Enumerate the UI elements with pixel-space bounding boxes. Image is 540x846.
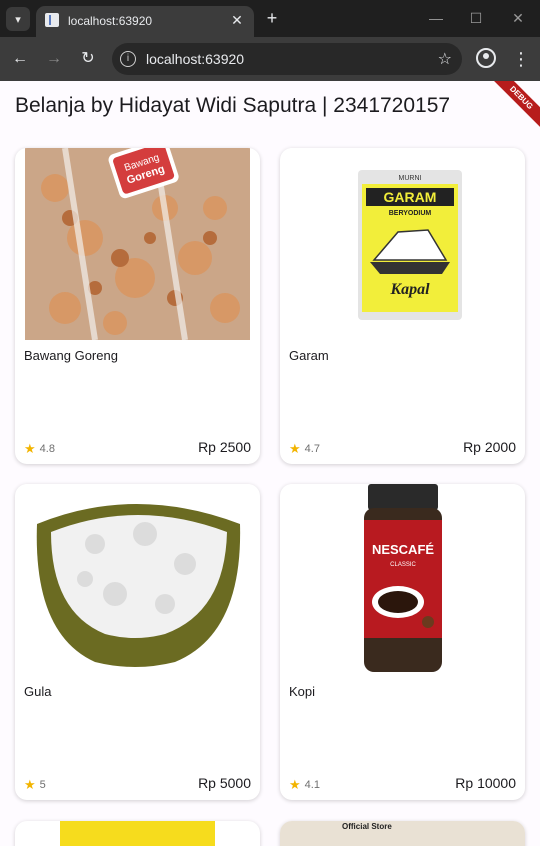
back-icon[interactable]: ← — [8, 47, 32, 71]
product-card[interactable]: Gula ★ 5 Rp 5000 — [15, 484, 260, 800]
salt-package-image: MURNI GARAM BERYODIUM Kapal — [290, 148, 515, 340]
minimize-icon[interactable]: — — [426, 8, 446, 28]
browser-toolbar: ← → ↻ i localhost:63920 ☆ ⋮ — [0, 37, 540, 81]
product-name: Gula — [24, 684, 52, 699]
product-card[interactable]: Bawang Goreng Bawang Goreng ★ 4.8 Rp 250… — [15, 148, 260, 464]
coffee-jar-image: NESCAFÉ CLASSIC — [290, 484, 515, 676]
package-subtitle: CLASSIC — [390, 562, 416, 568]
star-icon: ★ — [24, 777, 36, 792]
product-rating: ★ 4.7 — [289, 441, 320, 457]
package-logo: Kapal — [389, 281, 430, 298]
product-name: Bawang Goreng — [24, 348, 118, 363]
product-card[interactable] — [15, 821, 260, 846]
tab-title: localhost:63920 — [68, 14, 153, 28]
forward-icon[interactable]: → — [42, 47, 66, 71]
product-image: Official Store — [280, 821, 525, 846]
tab-search-button[interactable]: ▾ — [6, 7, 30, 31]
product-rating: ★ 5 — [24, 777, 46, 793]
profile-icon[interactable] — [476, 48, 496, 68]
browser-tab-strip: ▾ localhost:63920 ✕ + — ☐ ✕ — [0, 0, 540, 37]
rating-value: 4.7 — [304, 443, 320, 455]
product-card[interactable]: NESCAFÉ CLASSIC Kopi ★ 4.1 Rp 10000 — [280, 484, 525, 800]
maximize-icon[interactable]: ☐ — [466, 8, 486, 28]
product-price: Rp 5000 — [198, 775, 251, 791]
product-price: Rp 10000 — [455, 775, 516, 791]
reload-icon[interactable]: ↻ — [76, 47, 100, 71]
product-image — [60, 821, 215, 846]
site-info-icon[interactable]: i — [120, 51, 136, 67]
product-price: Rp 2000 — [463, 439, 516, 455]
product-card[interactable]: MURNI GARAM BERYODIUM Kapal Garam ★ 4.7 … — [280, 148, 525, 464]
bookmark-star-icon[interactable]: ☆ — [438, 49, 452, 69]
window-close-icon[interactable]: ✕ — [508, 8, 528, 28]
close-tab-icon[interactable]: ✕ — [228, 11, 246, 29]
store-label: Official Store — [342, 822, 392, 831]
product-name: Kopi — [289, 684, 316, 699]
package-title: GARAM — [384, 189, 437, 205]
package-brand: MURNI — [399, 175, 422, 182]
address-bar[interactable]: i localhost:63920 ☆ — [112, 43, 462, 75]
rating-value: 4.8 — [39, 443, 55, 455]
rating-value: 4.1 — [304, 779, 320, 791]
app-page: Belanja by Hidayat Widi Saputra | 234172… — [0, 81, 540, 846]
flutter-favicon-icon — [45, 13, 59, 27]
sugar-bowl-image — [25, 484, 250, 676]
rating-value: 5 — [39, 779, 46, 791]
package-brand: NESCAFÉ — [372, 542, 434, 557]
address-url: localhost:63920 — [146, 51, 245, 67]
new-tab-icon[interactable]: + — [262, 8, 282, 28]
product-name: Garam — [289, 348, 329, 363]
product-rating: ★ 4.8 — [24, 441, 55, 457]
star-icon: ★ — [289, 441, 301, 456]
browser-tab[interactable]: localhost:63920 ✕ — [36, 6, 254, 37]
star-icon: ★ — [289, 777, 301, 792]
product-price: Rp 2500 — [198, 439, 251, 455]
more-menu-icon[interactable]: ⋮ — [512, 47, 530, 71]
page-title: Belanja by Hidayat Widi Saputra | 234172… — [15, 94, 451, 117]
package-subtitle: BERYODIUM — [389, 210, 432, 217]
debug-banner: DEBUG — [484, 81, 540, 135]
product-card[interactable]: Official Store — [280, 821, 525, 846]
product-rating: ★ 4.1 — [289, 777, 320, 793]
star-icon: ★ — [24, 441, 36, 456]
fried-shallot-image: Bawang Goreng — [25, 148, 250, 341]
